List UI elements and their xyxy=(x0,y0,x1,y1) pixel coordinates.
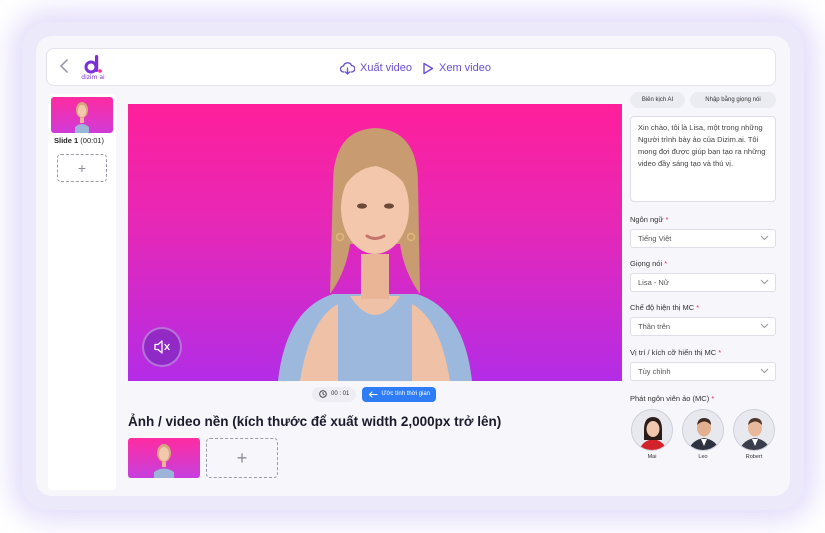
required-mark: * xyxy=(664,259,668,268)
chevron-down-icon xyxy=(760,279,769,285)
dizim-logo[interactable]: dizim ai xyxy=(75,54,111,82)
language-select[interactable]: Tiếng Việt xyxy=(630,229,776,248)
preview-video-label: Xem video xyxy=(439,62,491,74)
top-toolbar: dizim ai Xuất video Xem video xyxy=(46,48,776,86)
mc-position-label-text: Vị trí / kích cỡ hiển thị MC xyxy=(630,348,717,357)
voice-label: Giọng nói * xyxy=(630,259,667,268)
mc-presenter-label-text: Phát ngôn viên ảo (MC) xyxy=(630,394,710,403)
avatar xyxy=(631,409,673,451)
chevron-down-icon xyxy=(760,323,769,329)
tab-ai-script[interactable]: Biên kịch AI xyxy=(630,92,685,108)
cloud-download-icon xyxy=(340,61,355,75)
video-preview[interactable] xyxy=(128,104,622,381)
language-label: Ngôn ngữ * xyxy=(630,215,668,224)
background-thumbnail[interactable] xyxy=(128,438,200,478)
required-mark: * xyxy=(718,348,722,357)
required-mark: * xyxy=(665,215,669,224)
export-video-label: Xuất video xyxy=(360,62,412,74)
presenter-name: Mai xyxy=(647,454,657,460)
tab-voice-input[interactable]: Nhập bằng giọng nói xyxy=(690,92,776,108)
timeline-bar: 00 : 01 Ước tính thời gian xyxy=(312,386,437,402)
clock-icon xyxy=(319,390,327,398)
required-mark: * xyxy=(711,394,715,403)
mc-position-value: Tùy chỉnh xyxy=(638,367,671,376)
slide-thumbnail[interactable] xyxy=(51,97,113,133)
mc-presenter-label: Phát ngôn viên ảo (MC) * xyxy=(630,394,714,403)
mc-position-label: Vị trí / kích cỡ hiển thị MC * xyxy=(630,348,721,357)
mc-position-select[interactable]: Tùy chỉnh xyxy=(630,362,776,381)
chevron-down-icon xyxy=(760,235,769,241)
add-slide-button[interactable]: + xyxy=(57,154,107,182)
chevron-down-icon xyxy=(760,368,769,374)
chevron-left-icon[interactable] xyxy=(59,58,69,77)
presenter-name: Robert xyxy=(745,454,763,460)
preview-video-button[interactable]: Xem video xyxy=(422,58,491,78)
slide-duration: (00:01) xyxy=(80,136,105,145)
slide-title: Slide 1 xyxy=(54,136,79,145)
mc-mode-value: Thân trên xyxy=(638,322,671,331)
slide-label: Slide 1 (00:01) xyxy=(54,136,104,145)
mc-mode-label-text: Chế độ hiện thị MC xyxy=(630,303,695,312)
tab-voice-input-label: Nhập bằng giọng nói xyxy=(705,97,761,103)
editor-window: dizim ai Xuất video Xem video Slide 1 (0… xyxy=(36,36,790,496)
script-textarea[interactable]: Xin chào, tôi là Lisa, một trong những N… xyxy=(630,116,776,202)
mc-mode-label: Chế độ hiện thị MC * xyxy=(630,303,699,312)
play-icon xyxy=(423,62,434,74)
mc-mode-select[interactable]: Thân trên xyxy=(630,317,776,336)
speaker-muted-icon xyxy=(154,340,170,354)
presenter-mai[interactable]: Mai xyxy=(630,409,674,463)
presenter-leo[interactable]: Leo xyxy=(681,409,725,463)
export-video-button[interactable]: Xuất video xyxy=(340,58,412,78)
time-value: 00 : 01 xyxy=(331,391,350,397)
avatar xyxy=(682,409,724,451)
language-label-text: Ngôn ngữ xyxy=(630,215,664,224)
avatar xyxy=(733,409,775,451)
presenter-name: Leo xyxy=(698,454,708,460)
add-slide-plus: + xyxy=(77,160,87,176)
add-background-button[interactable]: + xyxy=(206,438,278,478)
required-mark: * xyxy=(696,303,700,312)
presenter-figure xyxy=(278,128,472,381)
estimate-time-button[interactable]: Ước tính thời gian xyxy=(362,386,437,402)
estimate-time-label: Ước tính thời gian xyxy=(381,391,431,397)
voice-value: Lisa - Nữ xyxy=(638,278,669,287)
voice-select[interactable]: Lisa - Nữ xyxy=(630,273,776,292)
time-display: 00 : 01 xyxy=(312,386,357,402)
mute-button[interactable] xyxy=(142,327,182,367)
logo-text: dizim ai xyxy=(81,74,105,81)
add-background-plus: + xyxy=(236,447,248,468)
presenter-robert[interactable]: Robert xyxy=(732,409,776,463)
tab-ai-script-label: Biên kịch AI xyxy=(641,97,674,103)
slides-panel: Slide 1 (00:01) + xyxy=(48,94,116,490)
background-section-title: Ảnh / video nền (kích thước để xuất widt… xyxy=(128,414,502,429)
language-value: Tiếng Việt xyxy=(638,234,672,243)
voice-label-text: Giọng nói xyxy=(630,259,663,268)
arrow-left-icon xyxy=(369,391,378,397)
